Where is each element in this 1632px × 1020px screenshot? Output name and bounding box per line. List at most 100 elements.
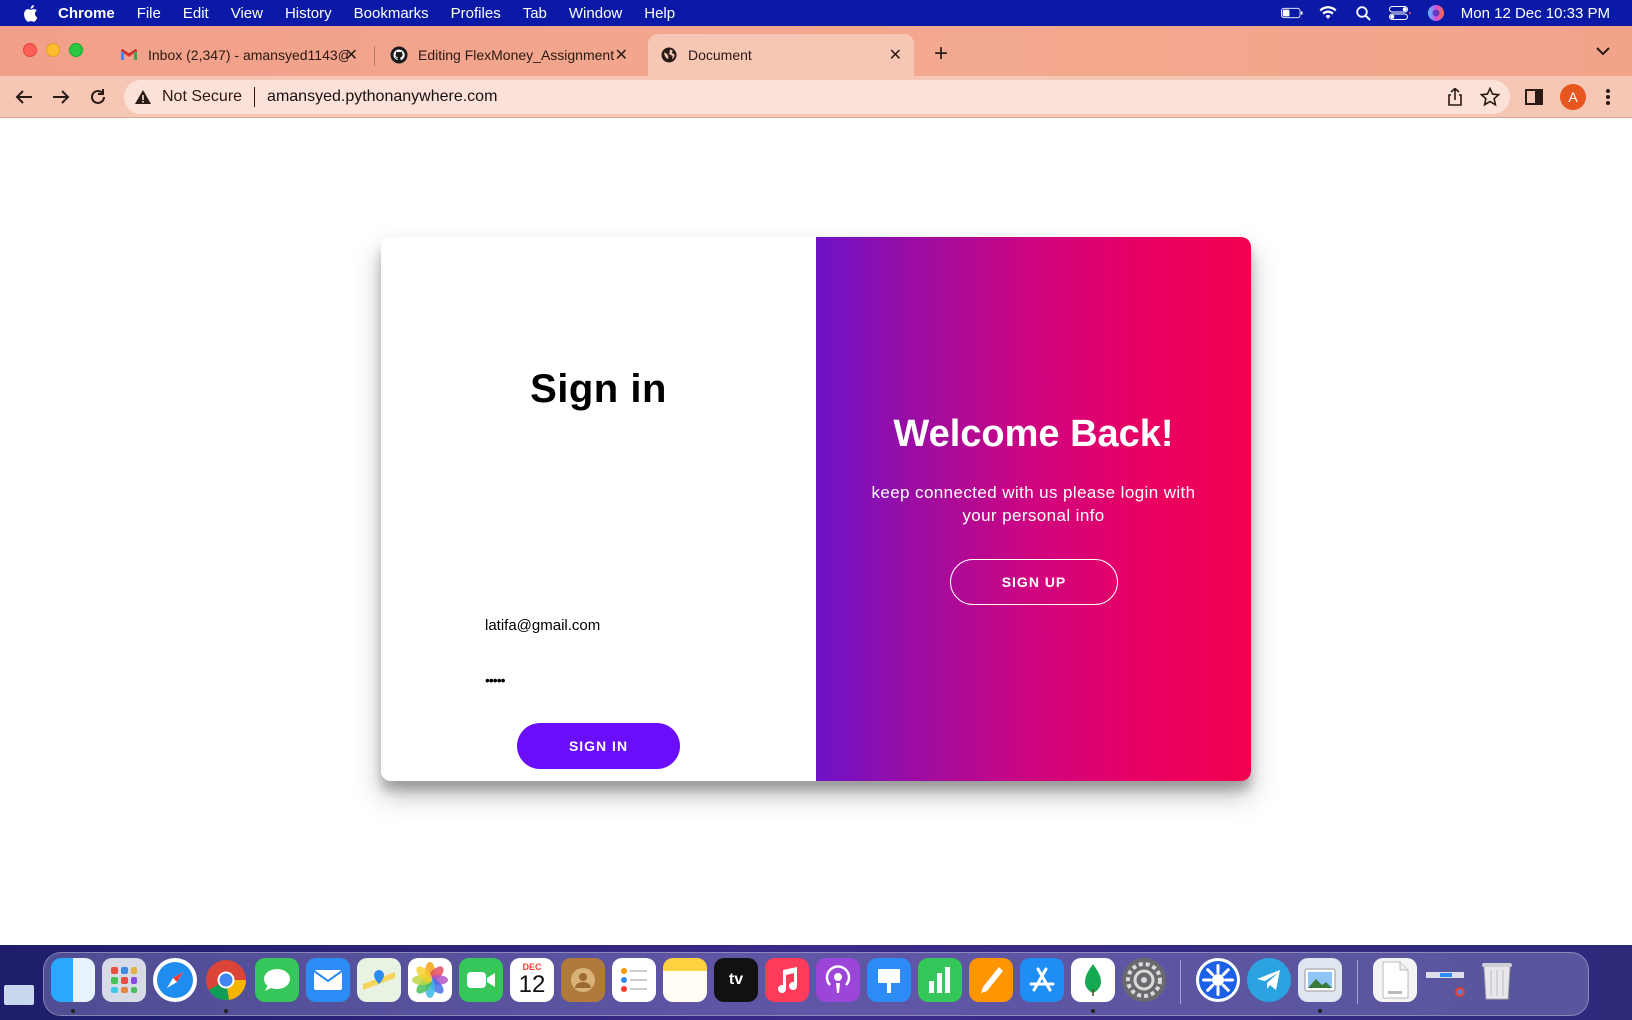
share-icon[interactable] <box>1446 88 1464 106</box>
siri-icon[interactable] <box>1425 4 1447 22</box>
globe-icon <box>660 46 678 64</box>
menu-bookmarks[interactable]: Bookmarks <box>354 5 429 22</box>
app-store-icon[interactable] <box>1020 958 1064 1002</box>
mongodb-compass-icon[interactable] <box>1071 958 1115 1002</box>
tab-github-editing[interactable]: Editing FlexMoney_Assignment ✕ <box>378 34 640 76</box>
running-indicator <box>1318 1009 1322 1013</box>
mail-icon[interactable] <box>306 958 350 1002</box>
tab-document-active[interactable]: Document ✕ <box>648 34 914 76</box>
window-close-button[interactable] <box>23 43 37 57</box>
forward-arrow-icon[interactable] <box>50 86 72 108</box>
battery-icon[interactable] <box>1280 4 1303 22</box>
menu-edit[interactable]: Edit <box>183 5 209 22</box>
system-settings-icon[interactable] <box>1122 958 1166 1002</box>
back-arrow-icon[interactable] <box>13 86 35 108</box>
apple-icon[interactable] <box>22 4 38 22</box>
menu-profiles[interactable]: Profiles <box>451 5 501 22</box>
menu-history[interactable]: History <box>285 5 332 22</box>
control-center-icon[interactable] <box>1388 4 1411 22</box>
reminders-icon[interactable] <box>612 958 656 1002</box>
welcome-subtitle: keep connected with us please login with… <box>871 483 1196 525</box>
menu-help[interactable]: Help <box>644 5 675 22</box>
tab-title: Editing FlexMoney_Assignment <box>418 47 615 63</box>
tab-strip: Inbox (2,347) - amansyed1143@ ✕ Editing … <box>0 26 1632 76</box>
desktop-file-icon[interactable] <box>4 985 34 1005</box>
trash-icon[interactable] <box>1475 958 1519 1002</box>
signin-title: Sign in <box>530 367 667 411</box>
numbers-icon[interactable] <box>918 958 962 1002</box>
telegram-icon[interactable] <box>1247 958 1291 1002</box>
maps-icon[interactable] <box>357 958 401 1002</box>
downloads-stack-icon[interactable] <box>1424 958 1468 1002</box>
pdf-document-icon[interactable] <box>1373 958 1417 1002</box>
password-field[interactable]: ••••• <box>485 660 725 700</box>
running-indicator <box>224 1009 228 1013</box>
pages-icon[interactable] <box>969 958 1013 1002</box>
warning-icon[interactable] <box>134 89 152 105</box>
music-icon[interactable] <box>765 958 809 1002</box>
dock-separator <box>1357 960 1358 1004</box>
messages-icon[interactable] <box>255 958 299 1002</box>
signin-panel: Sign in ••••• SIGN IN <box>381 237 816 781</box>
menubar-clock[interactable]: Mon 12 Dec 10:33 PM <box>1461 5 1610 22</box>
tab-close-icon[interactable]: ✕ <box>889 45 902 65</box>
omnibox-divider <box>254 87 256 107</box>
tab-title: Document <box>688 47 752 63</box>
spotlight-search-icon[interactable] <box>1353 4 1375 22</box>
signin-button[interactable]: SIGN IN <box>517 723 680 769</box>
launchpad-icon[interactable] <box>102 958 146 1002</box>
apple-tv-icon[interactable]: tv <box>714 958 758 1002</box>
menu-window[interactable]: Window <box>569 5 622 22</box>
more-menu-icon[interactable] <box>1597 86 1619 108</box>
reload-icon[interactable] <box>87 86 109 108</box>
menu-view[interactable]: View <box>231 5 263 22</box>
github-icon <box>390 46 408 64</box>
menu-file[interactable]: File <box>137 5 161 22</box>
tab-close-icon[interactable]: ✕ <box>615 45 628 65</box>
notes-icon[interactable] <box>663 958 707 1002</box>
email-field[interactable] <box>485 605 725 645</box>
tab-close-icon[interactable]: ✕ <box>345 45 358 65</box>
apple-tv-label: tv <box>728 971 744 988</box>
wifi-icon[interactable] <box>1317 4 1339 22</box>
web-page: Sign in ••••• SIGN IN Welcome Back! keep… <box>0 118 1632 945</box>
running-indicator <box>1091 1009 1095 1013</box>
welcome-panel: Welcome Back! keep connected with us ple… <box>816 237 1251 781</box>
calendar-icon[interactable]: DEC 12 <box>510 958 554 1002</box>
podcasts-icon[interactable] <box>816 958 860 1002</box>
window-minimize-button[interactable] <box>46 43 60 57</box>
preview-icon[interactable] <box>1298 958 1342 1002</box>
menu-app-name[interactable]: Chrome <box>58 5 115 22</box>
tab-separator <box>374 46 375 66</box>
chevron-down-icon[interactable] <box>1596 46 1610 56</box>
dock-separator <box>1180 960 1181 1004</box>
browser-toolbar: Not Secure amansyed.pythonanywhere.com A <box>0 76 1632 118</box>
window-zoom-button[interactable] <box>69 43 83 57</box>
signup-button[interactable]: SIGN UP <box>950 559 1118 605</box>
menu-bar: Chrome File Edit View History Bookmarks … <box>0 0 1632 26</box>
tab-gmail-inbox[interactable]: Inbox (2,347) - amansyed1143@ ✕ <box>108 34 370 76</box>
profile-avatar[interactable]: A <box>1560 84 1586 110</box>
running-indicator <box>71 1009 75 1013</box>
contacts-icon[interactable] <box>561 958 605 1002</box>
new-tab-icon[interactable]: + <box>934 42 948 66</box>
pinwheel-app-icon[interactable] <box>1196 958 1240 1002</box>
url-text[interactable]: amansyed.pythonanywhere.com <box>267 88 497 106</box>
finder-icon[interactable] <box>51 958 95 1002</box>
status-area: Mon 12 Dec 10:33 PM <box>1280 0 1632 26</box>
address-bar[interactable]: Not Secure amansyed.pythonanywhere.com <box>124 80 1510 114</box>
facetime-icon[interactable] <box>459 958 503 1002</box>
chrome-icon[interactable] <box>204 958 248 1002</box>
welcome-title: Welcome Back! <box>893 413 1174 455</box>
safari-icon[interactable] <box>153 958 197 1002</box>
bookmark-star-icon[interactable] <box>1480 87 1500 107</box>
auth-card: Sign in ••••• SIGN IN Welcome Back! keep… <box>381 237 1251 781</box>
side-panel-icon[interactable] <box>1523 86 1545 108</box>
menu-tab[interactable]: Tab <box>523 5 547 22</box>
gmail-icon <box>120 46 138 64</box>
calendar-day: 12 <box>518 971 546 998</box>
keynote-icon[interactable] <box>867 958 911 1002</box>
security-label[interactable]: Not Secure <box>162 88 242 106</box>
tab-title: Inbox (2,347) - amansyed1143@ <box>148 47 348 63</box>
photos-icon[interactable] <box>408 958 452 1002</box>
